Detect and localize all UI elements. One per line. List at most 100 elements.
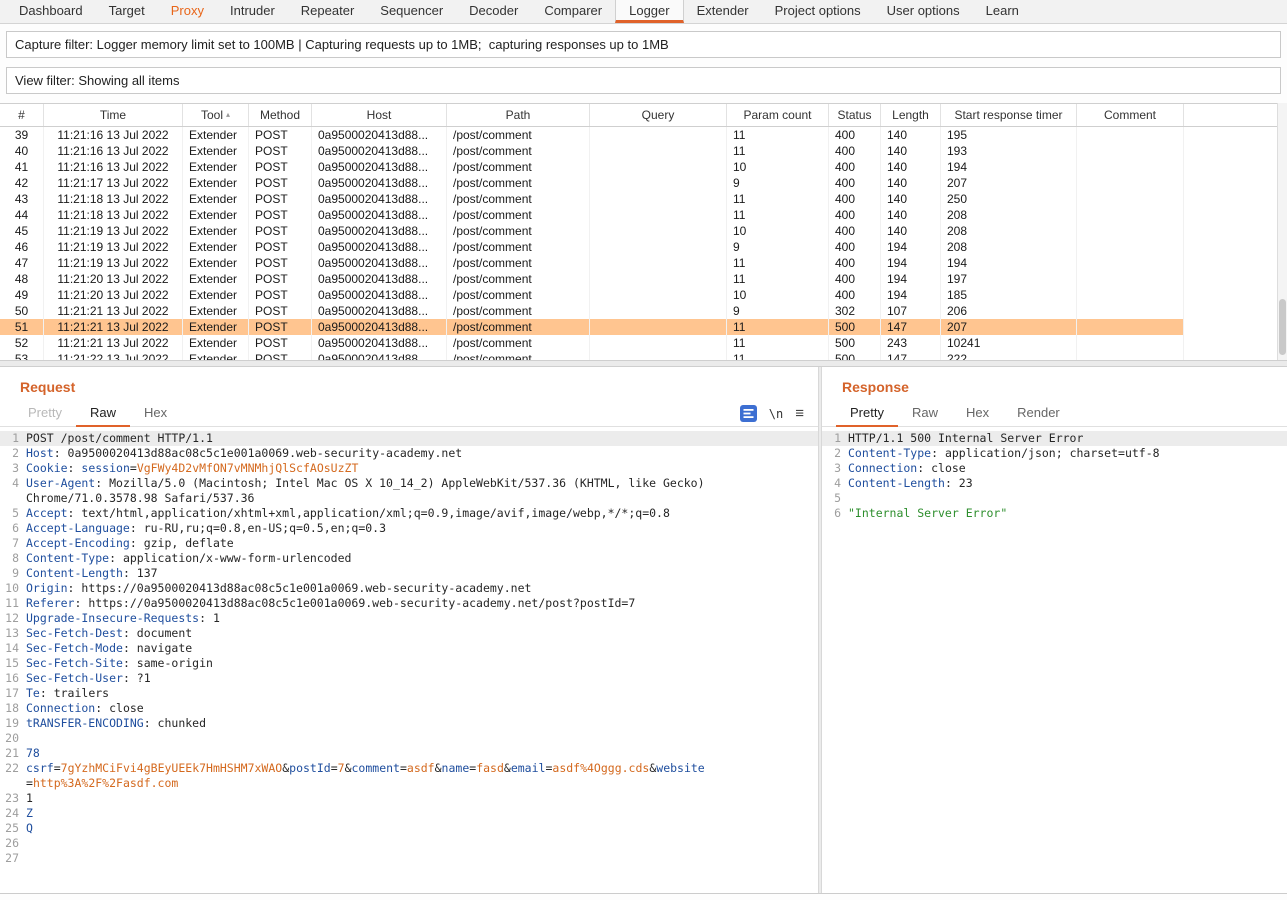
cell-query xyxy=(590,239,727,255)
cell-tool: Extender xyxy=(183,287,249,303)
column-header-comment[interactable]: Comment xyxy=(1077,104,1184,126)
request-editor-line-17: 17Te: trailers xyxy=(0,686,818,701)
request-tab-hex[interactable]: Hex xyxy=(130,401,181,427)
cell-length: 194 xyxy=(881,239,941,255)
request-tab-raw[interactable]: Raw xyxy=(76,401,130,427)
tab-dashboard[interactable]: Dashboard xyxy=(6,0,96,23)
cell-start-response-timer: 222 xyxy=(941,351,1077,360)
cell-start-response-timer: 250 xyxy=(941,191,1077,207)
tab-intruder[interactable]: Intruder xyxy=(217,0,288,23)
cell-query xyxy=(590,175,727,191)
cell-start-response-timer: 193 xyxy=(941,143,1077,159)
tab-learn[interactable]: Learn xyxy=(973,0,1032,23)
tab-user-options[interactable]: User options xyxy=(874,0,973,23)
column-header-time[interactable]: Time xyxy=(44,104,183,126)
cell-time: 11:21:21 13 Jul 2022 xyxy=(44,335,183,351)
log-row-39[interactable]: 3911:21:16 13 Jul 2022ExtenderPOST0a9500… xyxy=(0,127,1277,143)
log-row-48[interactable]: 4811:21:20 13 Jul 2022ExtenderPOST0a9500… xyxy=(0,271,1277,287)
cell-status: 400 xyxy=(829,255,881,271)
capture-filter-bar[interactable]: Capture filter: Logger memory limit set … xyxy=(6,31,1281,58)
column-header-host[interactable]: Host xyxy=(312,104,447,126)
horizontal-splitter[interactable] xyxy=(0,360,1287,367)
tab-sequencer[interactable]: Sequencer xyxy=(367,0,456,23)
log-row-40[interactable]: 4011:21:16 13 Jul 2022ExtenderPOST0a9500… xyxy=(0,143,1277,159)
tab-proxy[interactable]: Proxy xyxy=(158,0,217,23)
response-tab-render[interactable]: Render xyxy=(1003,401,1074,427)
log-row-46[interactable]: 4611:21:19 13 Jul 2022ExtenderPOST0a9500… xyxy=(0,239,1277,255)
column-header-status[interactable]: Status xyxy=(829,104,881,126)
tab-repeater[interactable]: Repeater xyxy=(288,0,367,23)
cell-comment xyxy=(1077,127,1184,143)
cell-tool: Extender xyxy=(183,223,249,239)
cell-path: /post/comment xyxy=(447,191,590,207)
cell-status: 500 xyxy=(829,351,881,360)
cell-status: 400 xyxy=(829,191,881,207)
response-editor[interactable]: 1HTTP/1.1 500 Internal Server Error2Cont… xyxy=(822,427,1287,893)
log-table-body: 3911:21:16 13 Jul 2022ExtenderPOST0a9500… xyxy=(0,127,1277,360)
cell-query xyxy=(590,191,727,207)
request-editor-line-18: 18Connection: close xyxy=(0,701,818,716)
line-number: 22 xyxy=(0,761,26,791)
column-header-method[interactable]: Method xyxy=(249,104,312,126)
column-header-number[interactable]: # xyxy=(0,104,44,126)
log-row-50[interactable]: 5011:21:21 13 Jul 2022ExtenderPOST0a9500… xyxy=(0,303,1277,319)
newline-toggle-icon[interactable]: \n xyxy=(769,407,783,421)
response-tab-raw[interactable]: Raw xyxy=(898,401,952,427)
column-header-path[interactable]: Path xyxy=(447,104,590,126)
pretty-print-icon[interactable] xyxy=(740,405,757,422)
cell-path: /post/comment xyxy=(447,175,590,191)
tab-project-options[interactable]: Project options xyxy=(762,0,874,23)
response-tab-hex[interactable]: Hex xyxy=(952,401,1003,427)
cell-path: /post/comment xyxy=(447,143,590,159)
cell-length: 140 xyxy=(881,207,941,223)
cell-start-response-timer: 206 xyxy=(941,303,1077,319)
editor-menu-icon[interactable]: ≡ xyxy=(795,405,804,422)
cell-status: 400 xyxy=(829,287,881,303)
log-row-42[interactable]: 4211:21:17 13 Jul 2022ExtenderPOST0a9500… xyxy=(0,175,1277,191)
column-header-param-count[interactable]: Param count xyxy=(727,104,829,126)
scrollbar-thumb[interactable] xyxy=(1279,299,1286,355)
cell-param-count: 11 xyxy=(727,335,829,351)
table-scrollbar[interactable] xyxy=(1277,103,1287,360)
cell-method: POST xyxy=(249,351,312,360)
view-filter-bar[interactable]: View filter: Showing all items xyxy=(6,67,1281,94)
cell-time: 11:21:16 13 Jul 2022 xyxy=(44,127,183,143)
request-tab-pretty[interactable]: Pretty xyxy=(14,401,76,427)
column-header-start-response-timer[interactable]: Start response timer xyxy=(941,104,1077,126)
log-row-43[interactable]: 4311:21:18 13 Jul 2022ExtenderPOST0a9500… xyxy=(0,191,1277,207)
log-row-45[interactable]: 4511:21:19 13 Jul 2022ExtenderPOST0a9500… xyxy=(0,223,1277,239)
line-content: Connection: close xyxy=(26,701,716,716)
column-header-query[interactable]: Query xyxy=(590,104,727,126)
log-row-44[interactable]: 4411:21:18 13 Jul 2022ExtenderPOST0a9500… xyxy=(0,207,1277,223)
tab-target[interactable]: Target xyxy=(96,0,158,23)
tab-extender[interactable]: Extender xyxy=(684,0,762,23)
cell-comment xyxy=(1077,191,1184,207)
cell-query xyxy=(590,303,727,319)
line-content: Z xyxy=(26,806,716,821)
log-table-header: #TimeTool▴MethodHostPathQueryParam count… xyxy=(0,103,1277,127)
cell-host: 0a9500020413d88... xyxy=(312,351,447,360)
tab-decoder[interactable]: Decoder xyxy=(456,0,531,23)
column-header-length[interactable]: Length xyxy=(881,104,941,126)
cell-status: 500 xyxy=(829,335,881,351)
cell-start-response-timer: 208 xyxy=(941,207,1077,223)
log-row-49[interactable]: 4911:21:20 13 Jul 2022ExtenderPOST0a9500… xyxy=(0,287,1277,303)
log-row-51[interactable]: 5111:21:21 13 Jul 2022ExtenderPOST0a9500… xyxy=(0,319,1277,335)
response-tab-bar: PrettyRawHexRender xyxy=(822,401,1287,427)
cell-param-count: 9 xyxy=(727,303,829,319)
cell-host: 0a9500020413d88... xyxy=(312,223,447,239)
tab-comparer[interactable]: Comparer xyxy=(531,0,615,23)
request-editor[interactable]: 1POST /post/comment HTTP/1.12Host: 0a950… xyxy=(0,427,818,893)
cell-tool: Extender xyxy=(183,271,249,287)
log-row-41[interactable]: 4111:21:16 13 Jul 2022ExtenderPOST0a9500… xyxy=(0,159,1277,175)
response-tab-pretty[interactable]: Pretty xyxy=(836,401,898,427)
cell-comment xyxy=(1077,175,1184,191)
line-content: csrf=7gYzhMCiFvi4gBEyUEEk7HmHSHM7xWAO&po… xyxy=(26,761,716,791)
column-header-tool[interactable]: Tool▴ xyxy=(183,104,249,126)
tab-logger[interactable]: Logger xyxy=(615,0,683,23)
log-row-53[interactable]: 5311:21:22 13 Jul 2022ExtenderPOST0a9500… xyxy=(0,351,1277,360)
log-row-47[interactable]: 4711:21:19 13 Jul 2022ExtenderPOST0a9500… xyxy=(0,255,1277,271)
cell-host: 0a9500020413d88... xyxy=(312,191,447,207)
log-row-52[interactable]: 5211:21:21 13 Jul 2022ExtenderPOST0a9500… xyxy=(0,335,1277,351)
line-content: Cookie: session=VgFWy4D2vMfON7vMNMhjQlSc… xyxy=(26,461,716,476)
